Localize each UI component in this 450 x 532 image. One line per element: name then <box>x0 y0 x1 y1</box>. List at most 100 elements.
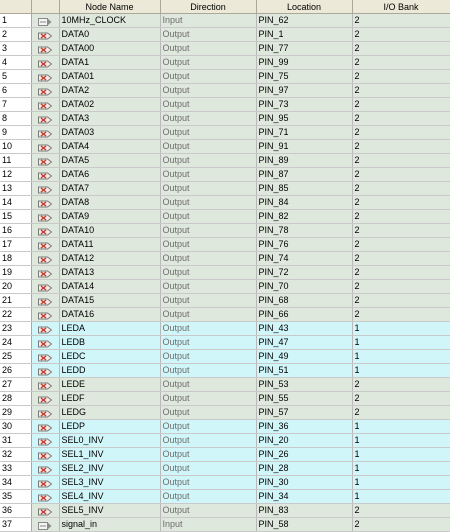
table-row[interactable]: 2 DATA0 Output PIN_1 2 <box>0 27 450 42</box>
direction-cell[interactable]: Input <box>160 13 257 28</box>
direction-cell[interactable]: Output <box>160 391 257 406</box>
direction-cell[interactable]: Output <box>160 461 257 476</box>
location-cell[interactable]: PIN_73 <box>256 97 353 112</box>
node-name-cell[interactable]: DATA11 <box>59 237 161 252</box>
table-row[interactable]: 34 SEL3_INV Output PIN_30 1 <box>0 475 450 490</box>
table-row[interactable]: 30 LEDP Output PIN_36 1 <box>0 419 450 434</box>
column-header-icon[interactable] <box>31 0 60 14</box>
location-cell[interactable]: PIN_75 <box>256 69 353 84</box>
node-name-cell[interactable]: DATA9 <box>59 209 161 224</box>
io-bank-cell[interactable]: 1 <box>352 419 450 434</box>
table-row[interactable]: 36 SEL5_INV Output PIN_83 2 <box>0 503 450 518</box>
table-row[interactable]: 18 DATA12 Output PIN_74 2 <box>0 251 450 266</box>
io-bank-cell[interactable]: 2 <box>352 97 450 112</box>
direction-cell[interactable]: Output <box>160 377 257 392</box>
location-cell[interactable]: PIN_1 <box>256 27 353 42</box>
node-name-cell[interactable]: SEL5_INV <box>59 503 161 518</box>
node-name-cell[interactable]: DATA16 <box>59 307 161 322</box>
direction-cell[interactable]: Output <box>160 363 257 378</box>
io-bank-cell[interactable]: 2 <box>352 13 450 28</box>
location-cell[interactable]: PIN_26 <box>256 447 353 462</box>
table-row[interactable]: 21 DATA15 Output PIN_68 2 <box>0 293 450 308</box>
node-name-cell[interactable]: DATA3 <box>59 111 161 126</box>
location-cell[interactable]: PIN_57 <box>256 405 353 420</box>
node-name-cell[interactable]: DATA12 <box>59 251 161 266</box>
table-row[interactable]: 8 DATA3 Output PIN_95 2 <box>0 111 450 126</box>
location-cell[interactable]: PIN_62 <box>256 13 353 28</box>
location-cell[interactable]: PIN_82 <box>256 209 353 224</box>
io-bank-cell[interactable]: 2 <box>352 405 450 420</box>
io-bank-cell[interactable]: 2 <box>352 307 450 322</box>
table-row[interactable]: 29 LEDG Output PIN_57 2 <box>0 405 450 420</box>
node-name-cell[interactable]: LEDB <box>59 335 161 350</box>
node-name-cell[interactable]: LEDC <box>59 349 161 364</box>
io-bank-cell[interactable]: 2 <box>352 27 450 42</box>
location-cell[interactable]: PIN_47 <box>256 335 353 350</box>
direction-cell[interactable]: Output <box>160 475 257 490</box>
io-bank-cell[interactable]: 2 <box>352 125 450 140</box>
location-cell[interactable]: PIN_72 <box>256 265 353 280</box>
node-name-cell[interactable]: DATA4 <box>59 139 161 154</box>
direction-cell[interactable]: Output <box>160 251 257 266</box>
node-name-cell[interactable]: 10MHz_CLOCK <box>59 13 161 28</box>
location-cell[interactable]: PIN_28 <box>256 461 353 476</box>
io-bank-cell[interactable]: 1 <box>352 433 450 448</box>
direction-cell[interactable]: Output <box>160 111 257 126</box>
direction-cell[interactable]: Output <box>160 433 257 448</box>
table-row[interactable]: 24 LEDB Output PIN_47 1 <box>0 335 450 350</box>
io-bank-cell[interactable]: 2 <box>352 517 450 532</box>
io-bank-cell[interactable]: 2 <box>352 265 450 280</box>
node-name-cell[interactable]: DATA13 <box>59 265 161 280</box>
location-cell[interactable]: PIN_97 <box>256 83 353 98</box>
location-cell[interactable]: PIN_68 <box>256 293 353 308</box>
io-bank-cell[interactable]: 2 <box>352 391 450 406</box>
table-row[interactable]: 37 signal_in Input PIN_58 2 <box>0 517 450 532</box>
node-name-cell[interactable]: DATA14 <box>59 279 161 294</box>
direction-cell[interactable]: Output <box>160 237 257 252</box>
direction-cell[interactable]: Output <box>160 419 257 434</box>
node-name-cell[interactable]: SEL4_INV <box>59 489 161 504</box>
io-bank-cell[interactable]: 1 <box>352 335 450 350</box>
io-bank-cell[interactable]: 2 <box>352 83 450 98</box>
direction-cell[interactable]: Output <box>160 279 257 294</box>
location-cell[interactable]: PIN_87 <box>256 167 353 182</box>
node-name-cell[interactable]: LEDP <box>59 419 161 434</box>
node-name-cell[interactable]: SEL0_INV <box>59 433 161 448</box>
io-bank-cell[interactable]: 2 <box>352 503 450 518</box>
table-row[interactable]: 33 SEL2_INV Output PIN_28 1 <box>0 461 450 476</box>
table-row[interactable]: 9 DATA03 Output PIN_71 2 <box>0 125 450 140</box>
table-row[interactable]: 3 DATA00 Output PIN_77 2 <box>0 41 450 56</box>
location-cell[interactable]: PIN_84 <box>256 195 353 210</box>
location-cell[interactable]: PIN_53 <box>256 377 353 392</box>
column-header-io-bank[interactable]: I/O Bank <box>352 0 450 14</box>
node-name-cell[interactable]: LEDD <box>59 363 161 378</box>
node-name-cell[interactable]: DATA8 <box>59 195 161 210</box>
table-row[interactable]: 20 DATA14 Output PIN_70 2 <box>0 279 450 294</box>
table-row[interactable]: 17 DATA11 Output PIN_76 2 <box>0 237 450 252</box>
direction-cell[interactable]: Output <box>160 125 257 140</box>
direction-cell[interactable]: Output <box>160 223 257 238</box>
node-name-cell[interactable]: DATA02 <box>59 97 161 112</box>
table-row[interactable]: 12 DATA6 Output PIN_87 2 <box>0 167 450 182</box>
io-bank-cell[interactable]: 2 <box>352 111 450 126</box>
direction-cell[interactable]: Output <box>160 153 257 168</box>
io-bank-cell[interactable]: 1 <box>352 363 450 378</box>
location-cell[interactable]: PIN_89 <box>256 153 353 168</box>
location-cell[interactable]: PIN_91 <box>256 139 353 154</box>
io-bank-cell[interactable]: 2 <box>352 209 450 224</box>
location-cell[interactable]: PIN_85 <box>256 181 353 196</box>
io-bank-cell[interactable]: 1 <box>352 321 450 336</box>
location-cell[interactable]: PIN_83 <box>256 503 353 518</box>
node-name-cell[interactable]: DATA0 <box>59 27 161 42</box>
io-bank-cell[interactable]: 2 <box>352 195 450 210</box>
table-row[interactable]: 26 LEDD Output PIN_51 1 <box>0 363 450 378</box>
io-bank-cell[interactable]: 2 <box>352 181 450 196</box>
location-cell[interactable]: PIN_55 <box>256 391 353 406</box>
table-row[interactable]: 23 LEDA Output PIN_43 1 <box>0 321 450 336</box>
location-cell[interactable]: PIN_74 <box>256 251 353 266</box>
table-row[interactable]: 16 DATA10 Output PIN_78 2 <box>0 223 450 238</box>
column-header-number[interactable] <box>0 0 32 14</box>
location-cell[interactable]: PIN_30 <box>256 475 353 490</box>
table-row[interactable]: 31 SEL0_INV Output PIN_20 1 <box>0 433 450 448</box>
node-name-cell[interactable]: LEDF <box>59 391 161 406</box>
